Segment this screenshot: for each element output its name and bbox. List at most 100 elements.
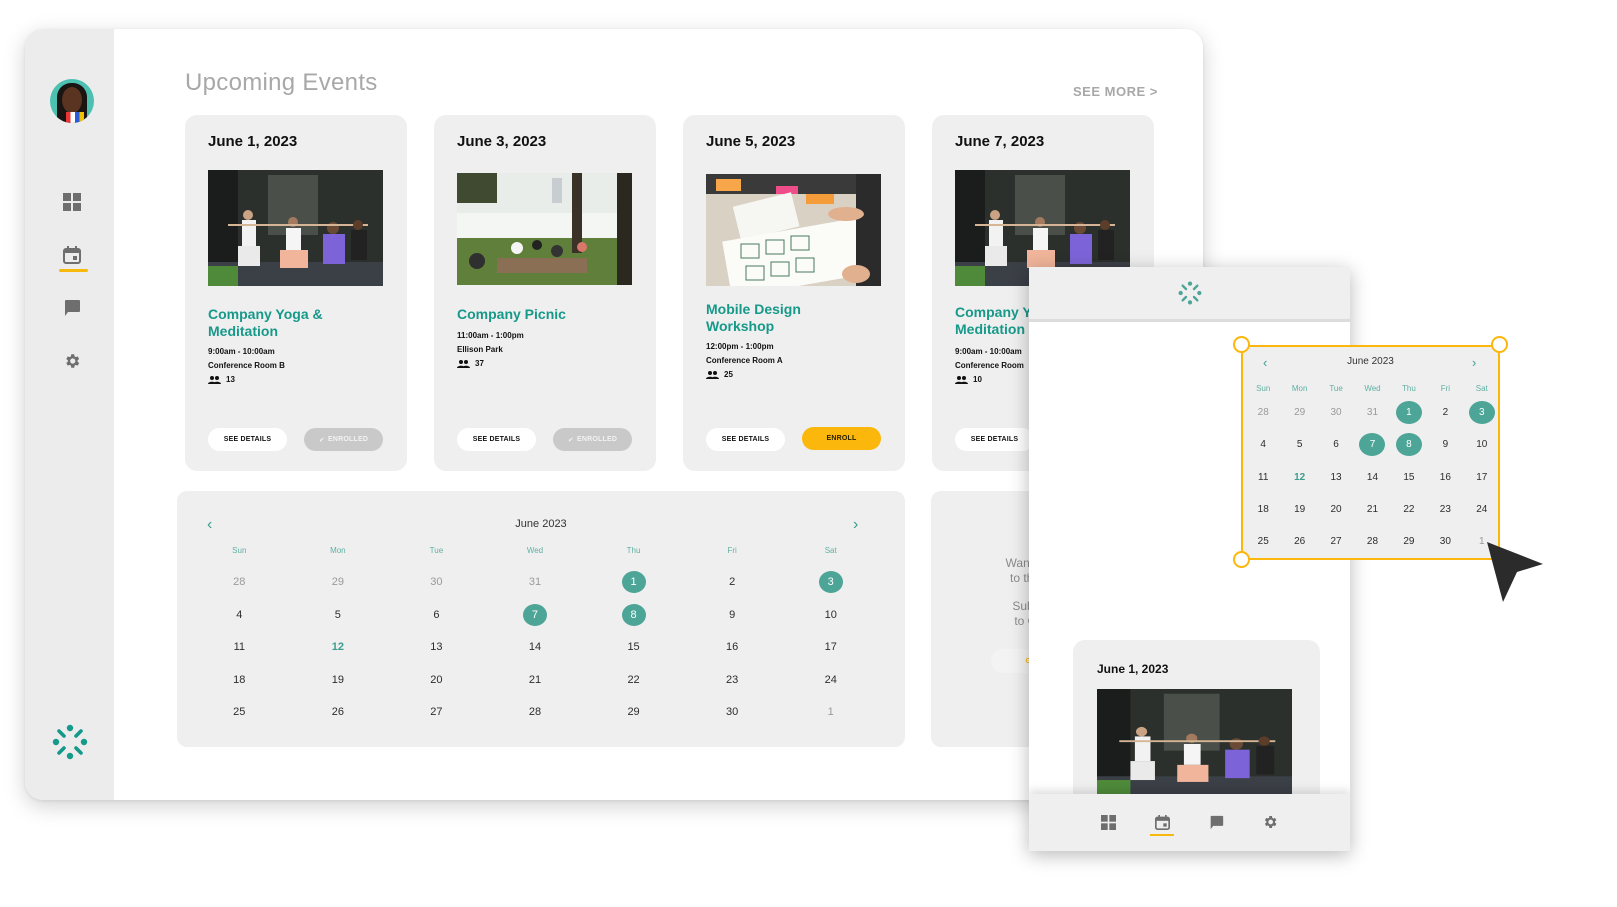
calendar-day[interactable]: 4: [190, 604, 289, 637]
calendar-day-event[interactable]: 8: [1391, 433, 1427, 465]
calendar-day[interactable]: 27: [387, 701, 486, 734]
calendar-day[interactable]: 14: [486, 636, 585, 669]
tab-settings[interactable]: [1260, 812, 1280, 832]
avatar[interactable]: [50, 79, 94, 123]
calendar-day[interactable]: 24: [1464, 498, 1500, 530]
calendar-day[interactable]: 28: [1354, 530, 1390, 562]
calendar-day[interactable]: 25: [190, 701, 289, 734]
calendar-day[interactable]: 21: [1354, 498, 1390, 530]
calendar-day[interactable]: 1: [781, 701, 880, 734]
calendar-day[interactable]: 18: [1245, 498, 1281, 530]
sidebar-item-settings[interactable]: [61, 350, 83, 372]
calendar-day-event[interactable]: 7: [486, 603, 585, 637]
calendar-day[interactable]: 29: [289, 571, 388, 604]
calendar-day-event[interactable]: 1: [584, 571, 683, 604]
calendar-day[interactable]: 14: [1354, 466, 1390, 498]
calendar-day[interactable]: 17: [1464, 466, 1500, 498]
calendar-day[interactable]: 29: [584, 701, 683, 734]
calendar-day[interactable]: 6: [387, 604, 486, 637]
calendar-day-event[interactable]: 1: [1391, 401, 1427, 433]
calendar-day[interactable]: 13: [1318, 466, 1354, 498]
calendar-day[interactable]: 6: [1318, 433, 1354, 465]
calendar-day[interactable]: 20: [387, 669, 486, 702]
calendar-day[interactable]: 2: [683, 571, 782, 604]
calendar-day[interactable]: 16: [1427, 466, 1463, 498]
event-title[interactable]: Company Yoga & Meditation: [208, 306, 388, 340]
see-details-button[interactable]: SEE DETAILS: [457, 428, 536, 451]
calendar-day-event[interactable]: 3: [781, 571, 880, 604]
see-details-button[interactable]: SEE DETAILS: [208, 428, 287, 451]
enroll-button[interactable]: ENROLL: [802, 427, 881, 450]
calendar-day[interactable]: 29: [1391, 530, 1427, 562]
resize-handle-top-right[interactable]: [1491, 336, 1508, 353]
calendar-day[interactable]: 10: [1464, 433, 1500, 465]
check-icon: ✔: [567, 436, 574, 444]
resize-handle-top-left[interactable]: [1233, 336, 1250, 353]
see-details-button[interactable]: SEE DETAILS: [955, 428, 1034, 451]
calendar-day[interactable]: 30: [1427, 530, 1463, 562]
selected-calendar-widget[interactable]: ‹ June 2023 › Sun Mon Tue Wed Thu Fri Sat 28 29 3…: [1241, 345, 1500, 560]
calendar-day[interactable]: 21: [486, 669, 585, 702]
calendar-day[interactable]: 25: [1245, 530, 1281, 562]
event-title[interactable]: Company Picnic: [457, 306, 637, 323]
calendar-day[interactable]: 23: [1427, 498, 1463, 530]
calendar-day[interactable]: 15: [584, 636, 683, 669]
calendar-day[interactable]: 29: [1281, 401, 1317, 433]
enrolled-button[interactable]: ✔ ENROLLED: [553, 428, 632, 451]
calendar-day[interactable]: 5: [1281, 433, 1317, 465]
calendar-day[interactable]: 19: [1281, 498, 1317, 530]
calendar-day[interactable]: 2: [1427, 401, 1463, 433]
next-month-button[interactable]: ›: [1472, 355, 1476, 370]
calendar-day[interactable]: 13: [387, 636, 486, 669]
calendar-day[interactable]: 16: [683, 636, 782, 669]
calendar-day-event[interactable]: 7: [1354, 433, 1390, 465]
calendar-day-event[interactable]: 8: [584, 603, 683, 637]
calendar-day[interactable]: 30: [1318, 401, 1354, 433]
calendar-day[interactable]: 15: [1391, 466, 1427, 498]
tab-dashboard[interactable]: [1098, 812, 1118, 832]
calendar-day[interactable]: 20: [1318, 498, 1354, 530]
calendar-day[interactable]: 24: [781, 669, 880, 702]
page-title: Upcoming Events: [185, 69, 378, 96]
tab-messages[interactable]: [1206, 812, 1226, 832]
calendar-day[interactable]: 4: [1245, 433, 1281, 465]
calendar-day[interactable]: 10: [781, 604, 880, 637]
tab-events[interactable]: [1152, 812, 1172, 832]
grid-icon: [63, 193, 81, 211]
calendar-day[interactable]: 22: [584, 669, 683, 702]
see-more-link[interactable]: SEE MORE >: [1073, 84, 1158, 99]
event-card: June 5, 2023 Mobile Design Workshop 12:00…: [683, 115, 905, 471]
calendar-day[interactable]: 9: [683, 604, 782, 637]
calendar-day[interactable]: 26: [289, 701, 388, 734]
calendar-day[interactable]: 23: [683, 669, 782, 702]
sidebar-item-messages[interactable]: [61, 297, 83, 319]
calendar-day[interactable]: 18: [190, 669, 289, 702]
calendar-day[interactable]: 26: [1281, 530, 1317, 562]
chat-icon: [65, 300, 80, 316]
calendar-day[interactable]: 28: [190, 571, 289, 604]
calendar-day-today[interactable]: 12: [289, 636, 388, 669]
calendar-day[interactable]: 30: [683, 701, 782, 734]
calendar-day-event[interactable]: 3: [1464, 401, 1500, 433]
event-title[interactable]: Mobile Design Workshop: [706, 301, 886, 335]
see-details-button[interactable]: SEE DETAILS: [706, 428, 785, 451]
calendar-day[interactable]: 11: [1245, 466, 1281, 498]
calendar-day[interactable]: 27: [1318, 530, 1354, 562]
calendar-day[interactable]: 22: [1391, 498, 1427, 530]
calendar-day[interactable]: 19: [289, 669, 388, 702]
calendar-day[interactable]: 9: [1427, 433, 1463, 465]
calendar-day-today[interactable]: 12: [1281, 466, 1317, 498]
calendar-day[interactable]: 28: [1245, 401, 1281, 433]
next-month-button[interactable]: ›: [853, 516, 858, 534]
calendar-day[interactable]: 28: [486, 701, 585, 734]
enrolled-button[interactable]: ✔ ENROLLED: [304, 428, 383, 451]
calendar-day[interactable]: 17: [781, 636, 880, 669]
calendar-day[interactable]: 31: [1354, 401, 1390, 433]
resize-handle-bottom-left[interactable]: [1233, 551, 1250, 568]
sidebar-item-events[interactable]: [61, 244, 83, 266]
calendar-day[interactable]: 5: [289, 604, 388, 637]
calendar-day[interactable]: 30: [387, 571, 486, 604]
sidebar-item-dashboard[interactable]: [61, 191, 83, 213]
calendar-day[interactable]: 11: [190, 636, 289, 669]
calendar-day[interactable]: 31: [486, 571, 585, 604]
